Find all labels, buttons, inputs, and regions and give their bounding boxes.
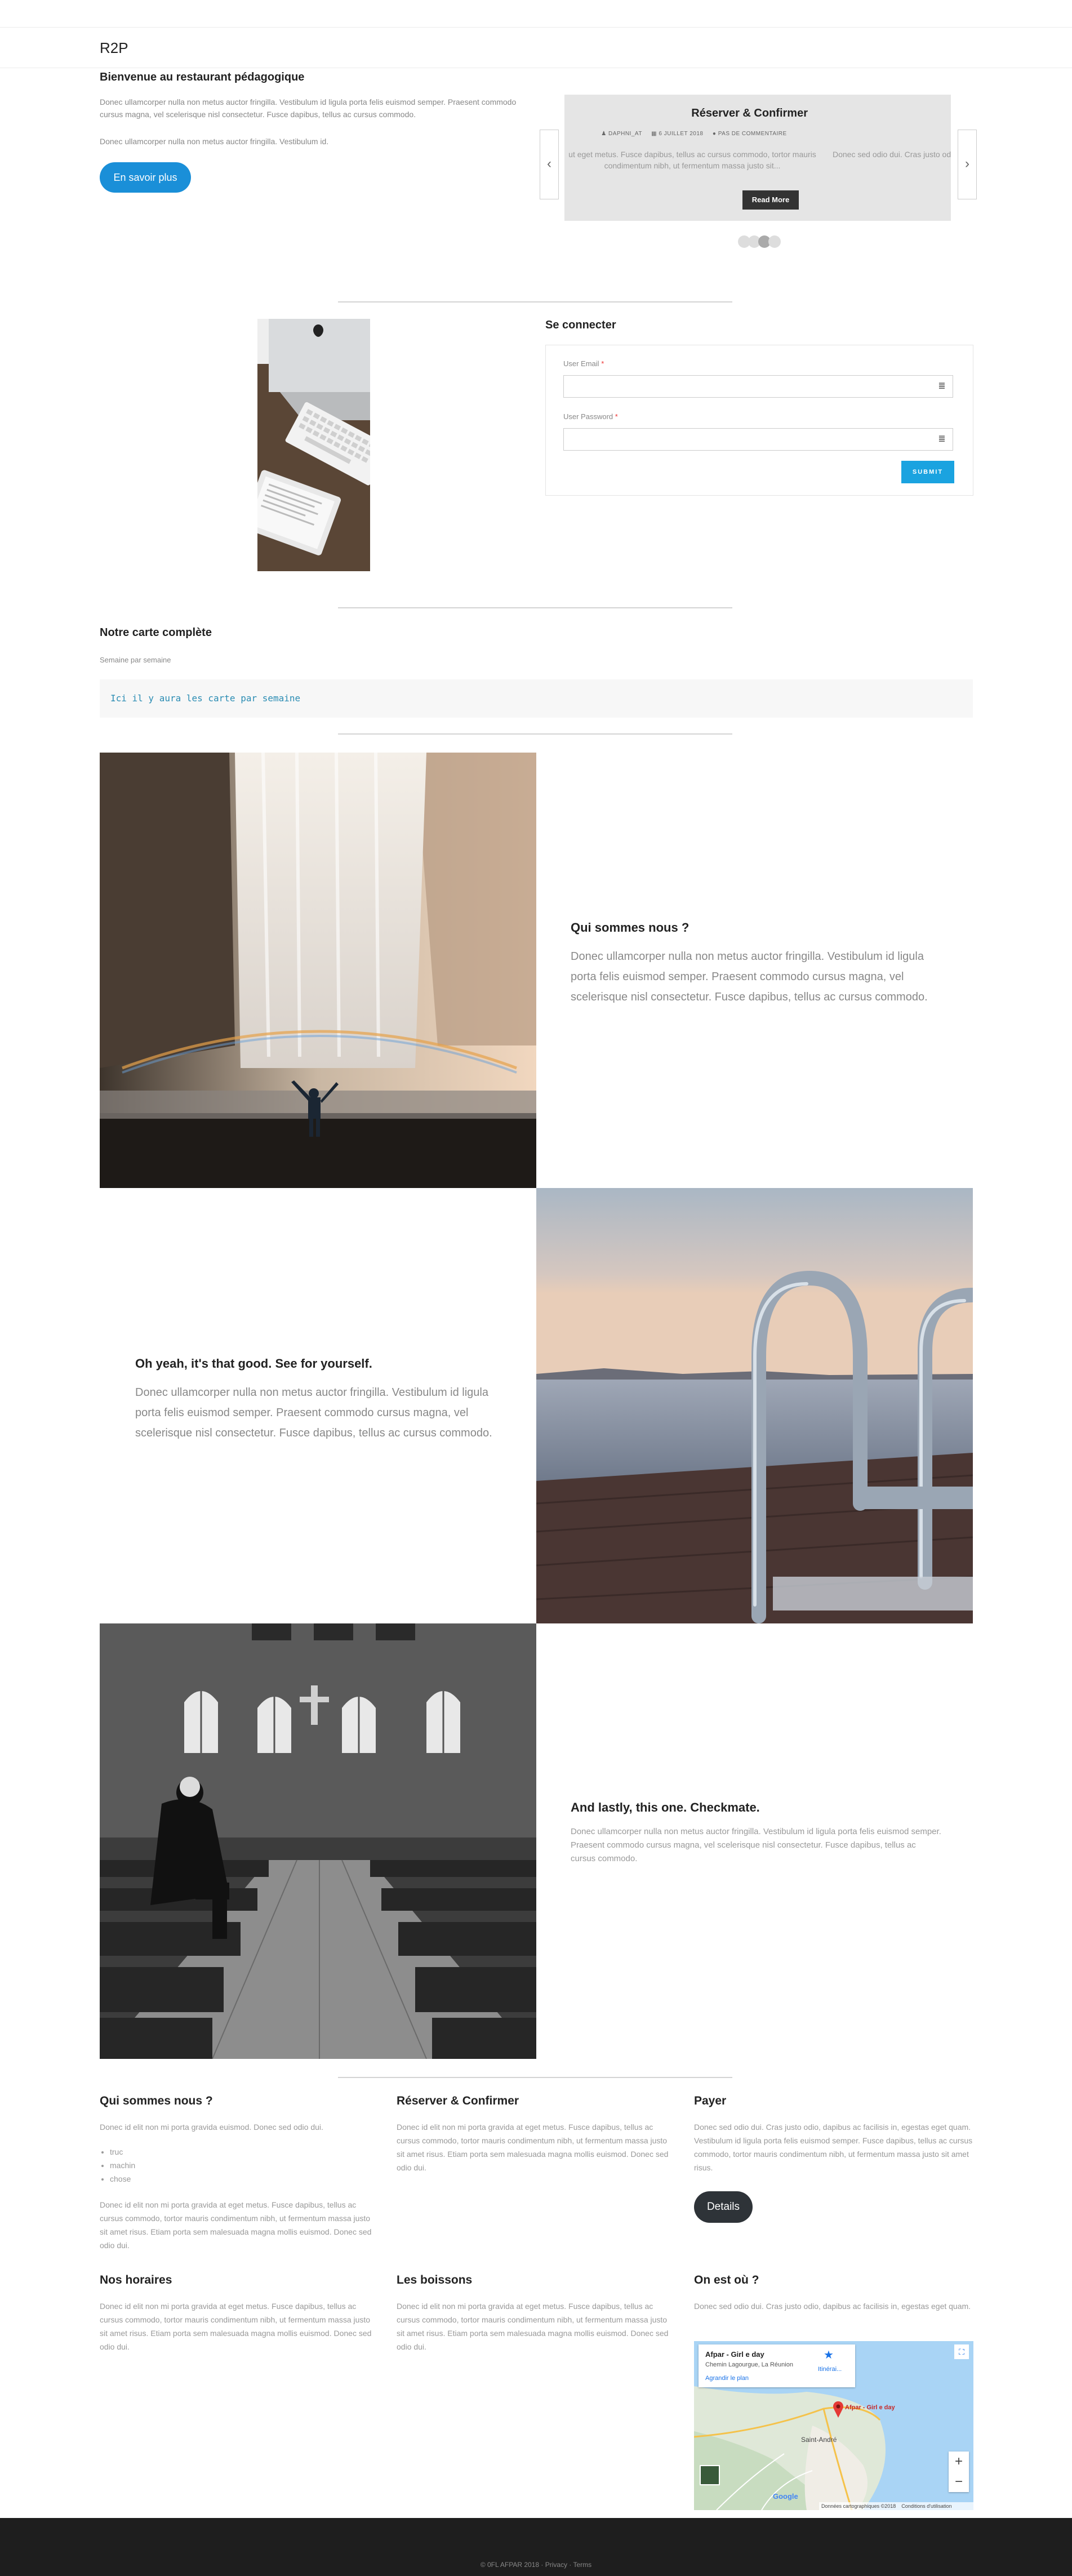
section-divider [338, 301, 732, 302]
read-more-button[interactable]: Read More [742, 190, 799, 210]
carte-code-text: Ici il y aura les carte par semaine [110, 693, 301, 704]
widget-title-reserver: Réserver & Confirmer [397, 2094, 519, 2107]
required-mark: * [601, 359, 604, 368]
chevron-left-icon: ‹ [547, 156, 551, 171]
slide-next-excerpt: Donec sed odio dui. Cras justo odio [833, 150, 951, 159]
password-label: User Password * [563, 412, 618, 421]
widget-text-qui-2: Donec id elit non mi porta gravida at eg… [100, 2200, 372, 2250]
widget-text-horaires: Donec id elit non mi porta gravida at eg… [100, 2302, 372, 2351]
google-logo: Google [773, 2492, 798, 2501]
email-label: User Email * [563, 359, 604, 368]
widget-text-reserver: Donec id elit non mi porta gravida at eg… [397, 2123, 669, 2172]
calendar-icon: ▦ [651, 131, 657, 137]
widget-title-ou: On est où ? [694, 2274, 759, 2286]
map-attribution-text: Données cartographiques ©2018 [821, 2503, 896, 2509]
feature-text-1: Donec ullamcorper nulla non metus auctor… [571, 950, 928, 1003]
slide-author[interactable]: DAPHNI_AT [608, 131, 642, 137]
widget-title-payer: Payer [694, 2094, 727, 2107]
map-terms-link[interactable]: Conditions d'utilisation [901, 2503, 951, 2509]
directions-icon[interactable]: ★ [824, 2348, 834, 2362]
church-image [100, 1623, 536, 2059]
user-icon: ♟ [601, 131, 607, 137]
widget-text-boissons: Donec id elit non mi porta gravida at eg… [397, 2302, 669, 2351]
carousel-next-button[interactable]: › [958, 130, 977, 199]
carte-title: Notre carte complète [100, 626, 212, 639]
chevron-right-icon: › [965, 156, 969, 171]
feature-text-2: Donec ullamcorper nulla non metus auctor… [135, 1386, 492, 1439]
welcome-paragraph-2: Donec ullamcorper nulla non metus auctor… [100, 137, 329, 146]
dock-image [536, 1188, 973, 1623]
welcome-title: Bienvenue au restaurant pédagogique [100, 71, 305, 83]
feature-title-2: Oh yeah, it's that good. See for yoursel… [135, 1356, 372, 1371]
widget-title-qui: Qui sommes nous ? [100, 2094, 213, 2107]
section-divider [338, 733, 732, 735]
welcome-paragraph: Donec ullamcorper nulla non metus auctor… [100, 97, 517, 119]
required-mark: * [615, 412, 618, 421]
carte-subtitle: Semaine par semaine [100, 656, 171, 664]
location-map[interactable]: Afpar - Girl e day Chemin Lagourgue, La … [694, 2341, 973, 2510]
site-logo[interactable]: R2P [100, 39, 128, 57]
carousel-slide-active[interactable]: Réserver & Confirmer ♟ DAPHNI_AT ▦ 6 JUI… [564, 95, 820, 221]
slide-meta: ♟ DAPHNI_AT ▦ 6 JUILLET 2018 ● PAS DE CO… [581, 131, 807, 137]
list-item: chose [110, 2172, 135, 2186]
map-address: Chemin Lagourgue, La Réunion [705, 2361, 793, 2368]
learn-more-button[interactable]: En savoir plus [100, 162, 191, 193]
laptop-image [257, 319, 370, 571]
details-button[interactable]: Details [694, 2191, 753, 2223]
widget-text-ou: Donec sed odio dui. Cras justo odio, dap… [694, 2302, 971, 2311]
section-divider [338, 607, 732, 608]
zoom-out-button[interactable]: − [949, 2472, 969, 2492]
comment-icon: ● [712, 131, 717, 137]
slide-excerpt: ut eget metus. Fusce dapibus, tellus ac … [568, 150, 816, 170]
map-attribution: Données cartographiques ©2018 Conditions… [819, 2502, 973, 2510]
list-icon: ≣ [938, 381, 946, 391]
feature-text-3: Donec ullamcorper nulla non metus auctor… [571, 1827, 941, 1863]
list-icon: ≣ [938, 434, 946, 444]
map-place-name: Afpar - Girl e day [705, 2350, 764, 2359]
slide-date: 6 JUILLET 2018 [659, 131, 704, 137]
password-label-text: User Password [563, 412, 613, 421]
footer-copyright: © 0FL AFPAR 2018 · Privacy · Terms [480, 2561, 592, 2569]
map-enlarge-link[interactable]: Agrandir le plan [705, 2375, 749, 2382]
fullscreen-icon[interactable]: ⛶ [954, 2344, 969, 2359]
map-pin-icon[interactable] [833, 2401, 844, 2418]
satellite-toggle[interactable] [700, 2465, 720, 2485]
slide-comments[interactable]: PAS DE COMMENTAIRE [718, 131, 787, 137]
email-label-text: User Email [563, 359, 599, 368]
map-directions-link[interactable]: Itinérai... [818, 2366, 842, 2373]
carousel-prev-button[interactable]: ‹ [540, 130, 559, 199]
section-divider [338, 2077, 732, 2078]
submit-button[interactable]: SUBMIT [901, 461, 954, 483]
map-info-card: Afpar - Girl e day Chemin Lagourgue, La … [699, 2344, 855, 2387]
feature-title-3: And lastly, this one. Checkmate. [571, 1800, 760, 1814]
widget-title-horaires: Nos horaires [100, 2274, 172, 2286]
password-field[interactable]: ≣ [563, 428, 953, 451]
feature-title-1: Qui sommes nous ? [571, 920, 690, 935]
map-pin-label: Afpar - Girl e day [845, 2404, 895, 2411]
list-item: machin [110, 2159, 135, 2172]
zoom-in-button[interactable]: + [949, 2452, 969, 2472]
waterfall-image [100, 753, 536, 1188]
widget-text-payer: Donec sed odio dui. Cras justo odio, dap… [694, 2123, 973, 2172]
widget-text-qui: Donec id elit non mi porta gravida euism… [100, 2123, 323, 2132]
map-zoom-controls: + − [949, 2452, 969, 2492]
carousel-slide-next[interactable]: Donec sed odio dui. Cras justo odio [820, 95, 951, 221]
login-title: Se connecter [545, 319, 616, 331]
email-field[interactable]: ≣ [563, 375, 953, 398]
slide-title[interactable]: Réserver & Confirmer [691, 107, 808, 120]
carousel-dot[interactable] [768, 235, 781, 248]
widget-title-boissons: Les boissons [397, 2274, 473, 2286]
widget-list-qui: truc machin chose [100, 2145, 135, 2186]
header-top-border [0, 27, 1072, 28]
map-town-label: Saint-André [801, 2436, 837, 2444]
list-item: truc [110, 2145, 135, 2159]
